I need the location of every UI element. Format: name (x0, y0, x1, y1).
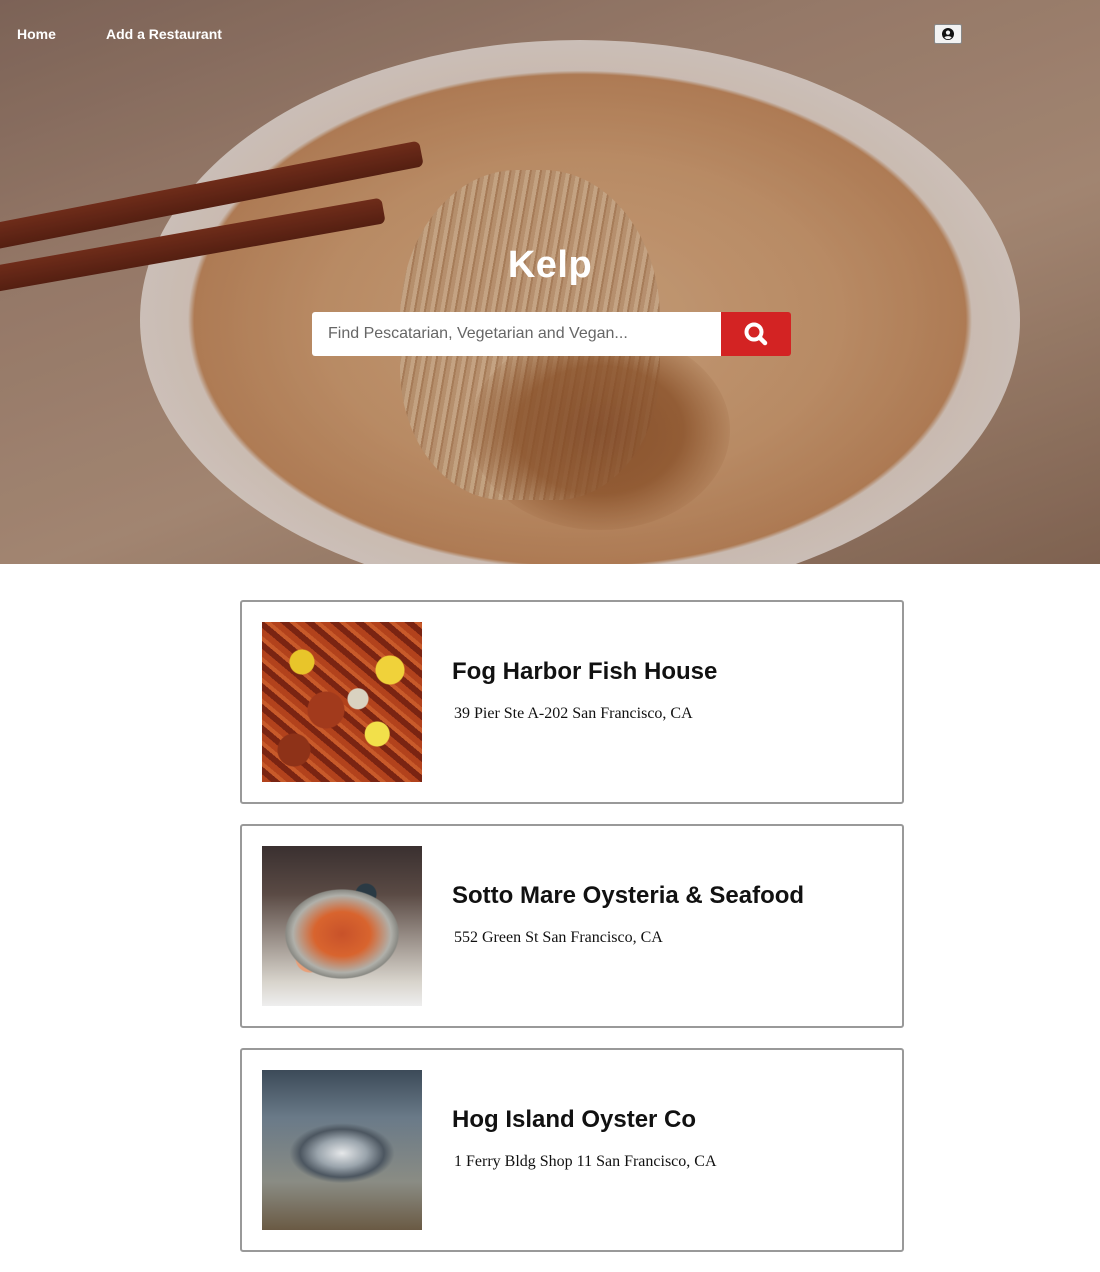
search-icon (744, 322, 768, 346)
restaurant-card[interactable]: Fog Harbor Fish House 39 Pier Ste A-202 … (240, 600, 904, 804)
restaurant-thumbnail (262, 622, 422, 782)
restaurant-card[interactable]: Hog Island Oyster Co 1 Ferry Bldg Shop 1… (240, 1048, 904, 1252)
nav-home-link[interactable]: Home (17, 26, 56, 42)
hero-banner: Home Add a Restaurant Kelp (0, 0, 1100, 564)
restaurant-address: 552 Green St San Francisco, CA (454, 929, 663, 946)
restaurant-thumbnail (262, 846, 422, 1006)
restaurant-name[interactable]: Fog Harbor Fish House (452, 658, 717, 686)
user-circle-icon (942, 28, 954, 40)
restaurant-list: Fog Harbor Fish House 39 Pier Ste A-202 … (240, 600, 904, 1272)
restaurant-name[interactable]: Sotto Mare Oysteria & Seafood (452, 882, 804, 910)
restaurant-address: 1 Ferry Bldg Shop 11 San Francisco, CA (454, 1153, 717, 1170)
search-button[interactable] (721, 312, 791, 356)
nav-add-restaurant-link[interactable]: Add a Restaurant (106, 26, 222, 42)
top-nav: Home Add a Restaurant (0, 0, 1100, 68)
restaurant-thumbnail (262, 1070, 422, 1230)
search-bar (312, 312, 791, 356)
brand-title: Kelp (507, 244, 593, 286)
restaurant-name[interactable]: Hog Island Oyster Co (452, 1106, 696, 1134)
search-input[interactable] (312, 312, 721, 356)
restaurant-address: 39 Pier Ste A-202 San Francisco, CA (454, 705, 693, 722)
user-menu-button[interactable] (934, 24, 962, 44)
restaurant-card[interactable]: Sotto Mare Oysteria & Seafood 552 Green … (240, 824, 904, 1028)
